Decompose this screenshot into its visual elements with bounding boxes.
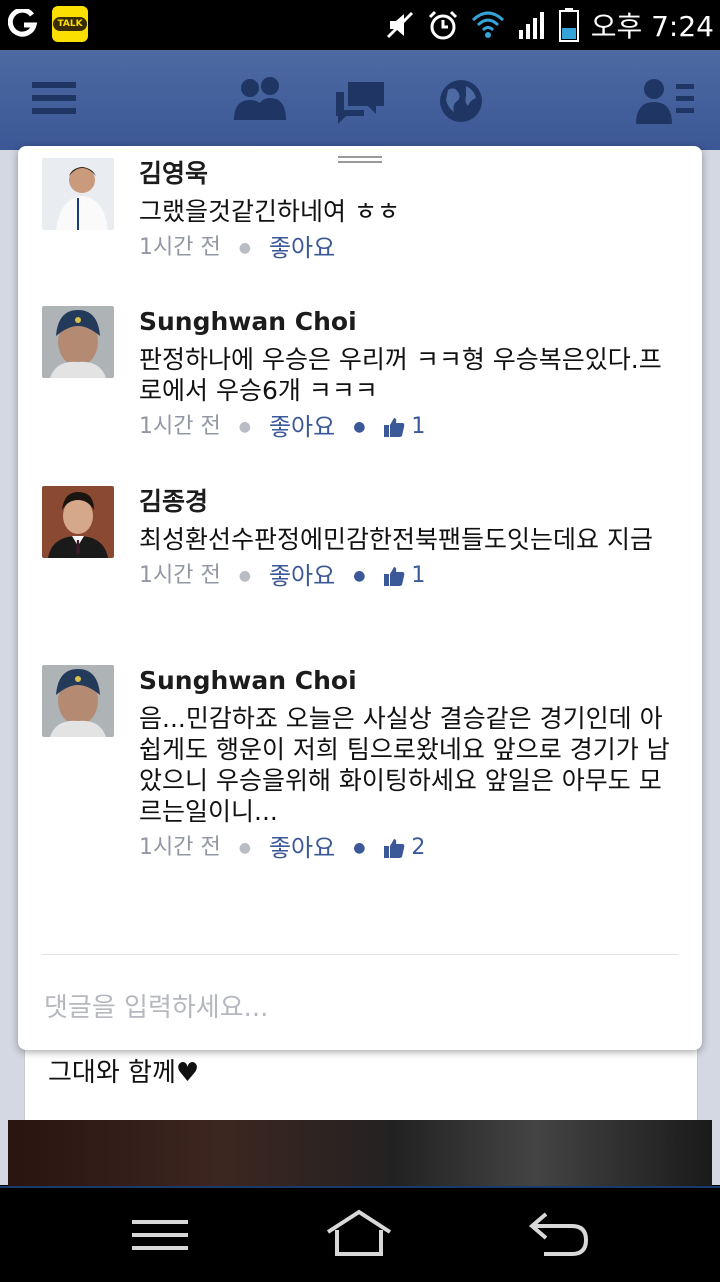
comment-text: 최성환선수판정에민감한전북팬들도잇는데요 지금 bbox=[139, 525, 653, 554]
like-count-value: 2 bbox=[411, 835, 426, 860]
separator-dot: ● bbox=[238, 840, 251, 856]
separator-dot: ● bbox=[238, 419, 251, 435]
g-app-icon bbox=[8, 9, 38, 37]
comment-text: 판정하나에 우승은 우리꺼 ㅋㅋ형 우승복은있다.프로에서 우승6개 ㅋㅋㅋ bbox=[139, 345, 662, 405]
like-count[interactable]: 1 bbox=[383, 561, 425, 591]
avatar[interactable] bbox=[42, 158, 114, 230]
status-bar: TALK 오후 7:24 bbox=[0, 0, 720, 50]
contacts-icon[interactable] bbox=[636, 76, 696, 126]
comment-meta: 1시간 전 ● 좋아요 ● 2 bbox=[139, 833, 679, 863]
like-count[interactable]: 1 bbox=[383, 412, 425, 442]
kakaotalk-label: TALK bbox=[53, 17, 87, 31]
comment-author[interactable]: 김영욱 bbox=[139, 158, 679, 190]
notifications-globe-icon[interactable] bbox=[438, 78, 484, 124]
menu-icon[interactable] bbox=[132, 1218, 188, 1252]
comment-meta: 1시간 전 ● 좋아요 ● 1 bbox=[139, 561, 679, 591]
separator-dot: ● bbox=[353, 419, 366, 435]
battery-icon bbox=[558, 8, 579, 42]
clock-time: 오후 7:24 bbox=[590, 10, 714, 43]
avatar[interactable] bbox=[42, 306, 114, 378]
comment-text: 그랬을것같긴하네여 ㅎㅎ bbox=[139, 197, 400, 226]
comment-time: 1시간 전 bbox=[139, 835, 221, 860]
friend-requests-icon[interactable] bbox=[232, 74, 288, 124]
divider bbox=[42, 954, 678, 955]
comment-meta: 1시간 전 ● 좋아요 ● 1 bbox=[139, 412, 679, 442]
comment-author[interactable]: Sunghwan Choi bbox=[139, 306, 679, 338]
facebook-top-bar bbox=[0, 50, 720, 150]
comment-time: 1시간 전 bbox=[139, 414, 221, 439]
separator-dot: ● bbox=[353, 568, 366, 584]
like-count-value: 1 bbox=[411, 414, 426, 439]
comments-panel: 김영욱 그랬을것같긴하네여 ㅎㅎ 1시간 전 ● 좋아요 Sunghwan Ch… bbox=[18, 146, 702, 1050]
signal-icon bbox=[518, 12, 544, 39]
comment-text: 음...민감하죠 오늘은 사실상 결승같은 경기인데 아쉽게도 행운이 저희 팀… bbox=[139, 704, 670, 826]
menu-icon[interactable] bbox=[32, 78, 78, 118]
like-count-value: 1 bbox=[411, 563, 426, 588]
separator-dot: ● bbox=[238, 568, 251, 584]
wifi-icon bbox=[471, 11, 504, 38]
thumbs-up-icon bbox=[384, 839, 405, 858]
thumbs-up-icon bbox=[384, 418, 405, 437]
comment-time: 1시간 전 bbox=[139, 235, 221, 260]
kakaotalk-icon: TALK bbox=[52, 6, 88, 42]
avatar[interactable] bbox=[42, 486, 114, 558]
mute-icon bbox=[386, 11, 413, 39]
comment-meta: 1시간 전 ● 좋아요 bbox=[139, 233, 679, 263]
system-nav-bar bbox=[0, 1186, 720, 1282]
like-button[interactable]: 좋아요 bbox=[269, 833, 335, 863]
like-button[interactable]: 좋아요 bbox=[269, 561, 335, 591]
comment-author[interactable]: Sunghwan Choi bbox=[139, 665, 679, 697]
feed-post-text: 그대와 함께♥ bbox=[48, 1058, 200, 1088]
alarm-icon bbox=[428, 10, 457, 40]
like-button[interactable]: 좋아요 bbox=[269, 412, 335, 442]
messages-icon[interactable] bbox=[334, 80, 386, 126]
avatar[interactable] bbox=[42, 665, 114, 737]
comment-input[interactable] bbox=[42, 982, 682, 1034]
separator-dot: ● bbox=[238, 240, 251, 256]
comment-time: 1시간 전 bbox=[139, 563, 221, 588]
like-button[interactable]: 좋아요 bbox=[269, 233, 335, 263]
feed-post-photo[interactable] bbox=[8, 1120, 712, 1190]
thumbs-up-icon bbox=[384, 567, 405, 586]
separator-dot: ● bbox=[353, 840, 366, 856]
comment-author[interactable]: 김종경 bbox=[139, 486, 679, 518]
home-icon[interactable] bbox=[324, 1208, 394, 1258]
back-icon[interactable] bbox=[526, 1210, 592, 1258]
like-count[interactable]: 2 bbox=[383, 833, 425, 863]
